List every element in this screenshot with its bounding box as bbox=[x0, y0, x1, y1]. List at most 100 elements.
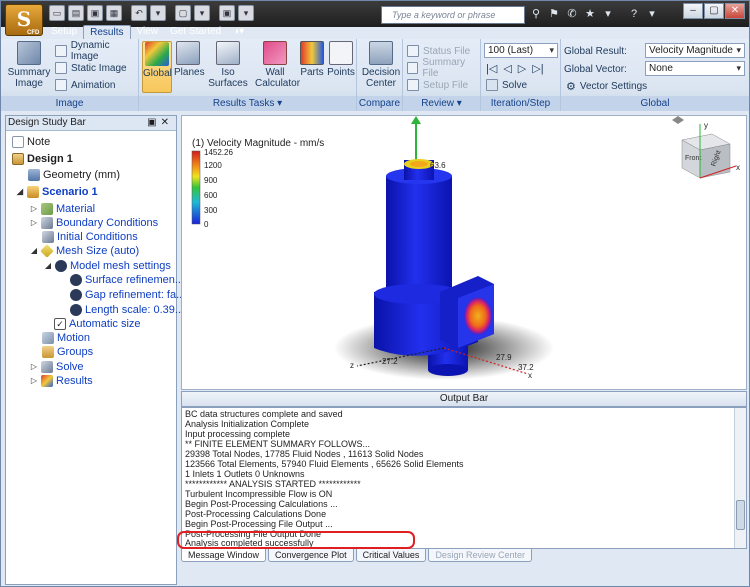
animation-button[interactable]: Animation bbox=[55, 77, 115, 93]
tree-surface-refinement[interactable]: Surface refinemen... bbox=[70, 273, 184, 287]
first-step-icon[interactable]: |◁ bbox=[486, 62, 497, 75]
global-button[interactable]: Global bbox=[142, 41, 172, 93]
iso-surfaces-button[interactable]: Iso Surfaces bbox=[203, 41, 253, 89]
tree-length-scale[interactable]: Length scale: 0.39... bbox=[70, 303, 184, 317]
favorites-icon[interactable]: ★ bbox=[583, 6, 597, 22]
tree-mesh-size[interactable]: ◢ Mesh Size (auto) bbox=[30, 244, 139, 258]
tree-model-mesh-settings[interactable]: ◢ Model mesh settings bbox=[44, 259, 171, 273]
static-image-button[interactable]: Static Image bbox=[55, 60, 127, 76]
output-bar-header[interactable]: Output Bar bbox=[181, 391, 747, 407]
subscription-icon[interactable]: ⚑ bbox=[547, 6, 561, 22]
minimize-icon[interactable]: – bbox=[683, 3, 703, 19]
output-scrollbar[interactable] bbox=[734, 408, 746, 548]
parts-button[interactable]: Parts bbox=[299, 41, 325, 78]
save-as-icon[interactable]: ▦ bbox=[106, 5, 122, 21]
tree-boundary-conditions[interactable]: ▷ Boundary Conditions bbox=[30, 216, 158, 230]
global-vector-select[interactable]: None bbox=[645, 61, 745, 76]
pin-icon[interactable]: ▣ bbox=[147, 117, 160, 128]
open-icon[interactable]: ▤ bbox=[68, 5, 84, 21]
tree-label: Model mesh settings bbox=[70, 260, 171, 272]
tab-results[interactable]: Results bbox=[83, 25, 131, 39]
search-input[interactable]: Type a keyword or phrase bbox=[381, 6, 525, 24]
expand-icon[interactable]: ▷ bbox=[30, 216, 38, 230]
planes-button[interactable]: Planes bbox=[174, 41, 205, 78]
summary-file-button[interactable]: Summary File bbox=[407, 57, 480, 79]
upper-body bbox=[386, 176, 452, 296]
tab-get-started[interactable]: Get Started bbox=[164, 25, 227, 39]
dropdown-icon[interactable]: ▾ bbox=[601, 6, 615, 22]
tree-solve[interactable]: ▷ Solve bbox=[30, 360, 84, 374]
binoculars-icon[interactable]: ⚲ bbox=[529, 6, 543, 22]
tree-geometry[interactable]: Geometry (mm) bbox=[28, 168, 120, 182]
design-icon bbox=[12, 153, 24, 165]
application-button[interactable]: S CFD bbox=[5, 4, 43, 36]
save-icon[interactable]: ▣ bbox=[87, 5, 103, 21]
decision-center-button[interactable]: Decision Center bbox=[361, 41, 401, 89]
help-icon[interactable]: ? bbox=[627, 6, 641, 22]
points-button[interactable]: Points bbox=[327, 41, 355, 78]
home-view-icon[interactable] bbox=[672, 116, 684, 124]
window-icon[interactable]: ▢ bbox=[175, 5, 191, 21]
tab-setup[interactable]: Setup bbox=[45, 25, 83, 39]
help-dropdown-icon[interactable]: ▾ bbox=[645, 6, 659, 22]
quick-access-toolbar: ▭ ▤ ▣ ▦ ↶ ▾ ▢ ▾ ▣ ▾ bbox=[49, 5, 254, 23]
static-image-label: Static Image bbox=[71, 62, 127, 74]
expand-icon[interactable]: ▷ bbox=[30, 360, 38, 374]
vector-settings-button[interactable]: ⚙ Vector Settings bbox=[566, 78, 647, 94]
results-tasks-label: Results Tasks bbox=[212, 98, 275, 109]
undo-icon[interactable]: ↶ bbox=[131, 5, 147, 21]
tab-convergence-plot[interactable]: Convergence Plot bbox=[268, 549, 354, 562]
tab-extra-dropdown[interactable]: ◑▾ bbox=[227, 25, 250, 39]
graphics-viewport[interactable]: (1) Velocity Magnitude - mm/s 1452.26 12… bbox=[181, 115, 747, 390]
last-step-icon[interactable]: ▷| bbox=[532, 62, 543, 75]
tree-material[interactable]: ▷ Material bbox=[30, 202, 95, 216]
ribbon: Summary Image Dynamic Image Static Image… bbox=[1, 39, 749, 111]
help-toolbar: ⚲ ⚑ ✆ ★ ▾ ? ▾ bbox=[529, 6, 659, 22]
collapse-icon[interactable]: ◢ bbox=[16, 185, 24, 199]
tree-initial-conditions[interactable]: Initial Conditions bbox=[42, 230, 138, 244]
tree-scenario-1[interactable]: ◢ Scenario 1 bbox=[16, 185, 98, 199]
tab-view[interactable]: View bbox=[131, 25, 165, 39]
view-cube[interactable]: Front Right y x bbox=[672, 116, 740, 179]
solve-button[interactable]: Solve bbox=[486, 77, 527, 93]
tree-motion[interactable]: Motion bbox=[42, 331, 90, 345]
prev-step-icon[interactable]: ◁ bbox=[503, 62, 511, 75]
next-step-icon[interactable]: ▷ bbox=[518, 62, 526, 75]
tree-design-1[interactable]: Design 1 bbox=[12, 152, 73, 166]
tab-message-window[interactable]: Message Window bbox=[181, 549, 267, 562]
tree-note[interactable]: Note bbox=[12, 135, 50, 149]
message-window: BC data structures complete and saved An… bbox=[181, 407, 747, 549]
output-tabs: Message Window Convergence Plot Critical… bbox=[181, 549, 747, 563]
dynamic-image-button[interactable]: Dynamic Image bbox=[55, 40, 138, 62]
collapse-icon[interactable]: ◢ bbox=[30, 244, 38, 258]
output-scroll-thumb[interactable] bbox=[736, 500, 745, 530]
qat-dropdown-icon[interactable]: ▾ bbox=[238, 5, 254, 21]
setup-file-button[interactable]: Setup File bbox=[407, 77, 468, 93]
results-icon bbox=[41, 375, 53, 387]
expand-icon[interactable]: ▷ bbox=[30, 374, 38, 388]
tree-results[interactable]: ▷ Results bbox=[30, 374, 93, 388]
panel-close-icon[interactable]: ✕ bbox=[161, 117, 173, 128]
tree-groups[interactable]: Groups bbox=[42, 345, 93, 359]
group-image: Summary Image Dynamic Image Static Image… bbox=[1, 39, 139, 111]
customize-icon[interactable]: ▣ bbox=[219, 5, 235, 21]
comm-center-icon[interactable]: ✆ bbox=[565, 6, 579, 22]
global-result-select[interactable]: Velocity Magnitude bbox=[645, 43, 745, 58]
tree-gap-refinement[interactable]: Gap refinement: fa... bbox=[70, 288, 185, 302]
window-dropdown-icon[interactable]: ▾ bbox=[194, 5, 210, 21]
inlet-core bbox=[410, 161, 428, 167]
expand-icon[interactable]: ▷ bbox=[30, 202, 38, 216]
maximize-icon[interactable]: ▢ bbox=[704, 3, 724, 19]
tree-automatic-size[interactable]: ✓ Automatic size bbox=[54, 317, 141, 331]
collapse-icon[interactable]: ◢ bbox=[44, 259, 52, 273]
tab-design-review-center[interactable]: Design Review Center bbox=[428, 549, 532, 562]
wall-calculator-button[interactable]: Wall Calculator bbox=[255, 41, 300, 89]
group-label-iteration: Iteration/Step bbox=[481, 96, 560, 111]
iteration-select[interactable]: 100 (Last) bbox=[484, 43, 558, 58]
new-icon[interactable]: ▭ bbox=[49, 5, 65, 21]
summary-image-button[interactable]: Summary Image bbox=[7, 41, 51, 89]
checkbox-icon[interactable]: ✓ bbox=[54, 318, 66, 330]
tab-critical-values[interactable]: Critical Values bbox=[355, 549, 427, 562]
close-icon[interactable]: ✕ bbox=[725, 3, 745, 19]
redo-icon[interactable]: ▾ bbox=[150, 5, 166, 21]
